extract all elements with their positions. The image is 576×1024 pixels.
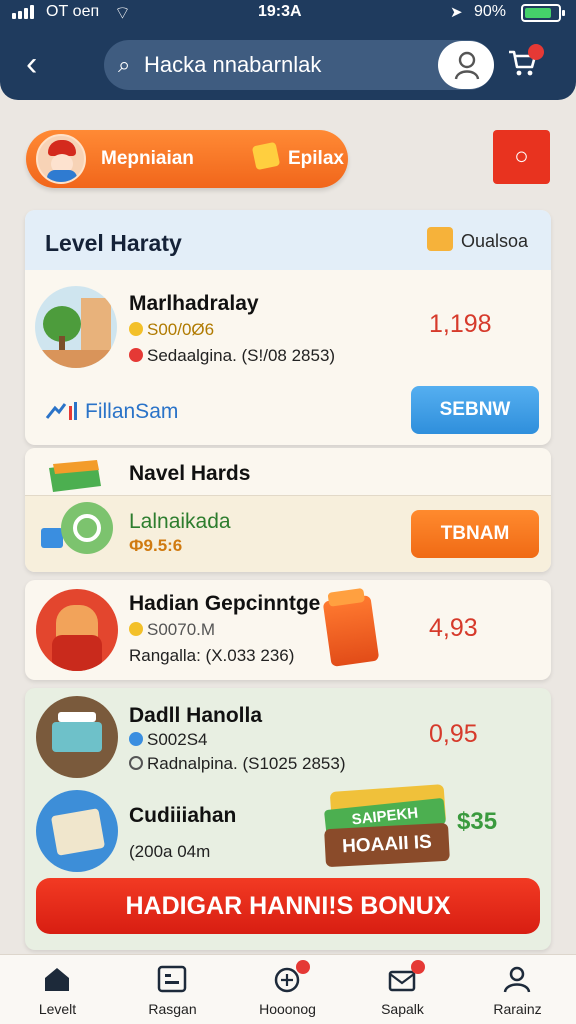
flag-icon <box>47 460 103 494</box>
battery-percent: 90% <box>474 3 507 20</box>
level-card: Level Haraty Oualsoa Marlhadralay S00/0Ø… <box>25 210 551 445</box>
nav-item-rasgan[interactable]: Rasgan <box>115 955 230 1024</box>
card2-action-button[interactable]: TBNAM <box>411 510 539 558</box>
top-app-bar: ОТ оеп ⌔ 19:3A ➤ 90% ‹ ⌕ <box>0 0 576 100</box>
navel-card-title: Navel Hards <box>129 462 251 485</box>
promo-label-secondary: Epilax <box>288 148 344 169</box>
level-card-badge[interactable]: Oualsoa <box>461 231 528 252</box>
item-name: Marlhadralay <box>129 292 259 315</box>
search-input[interactable] <box>144 49 434 81</box>
product-price-line: S0070.M <box>129 620 215 640</box>
navel-item-name: Lalnaikada <box>129 510 231 533</box>
product-sub-line: Rangalla: (X.033 236) <box>129 646 295 665</box>
status-bar: ОТ оеп ⌔ 19:3A ➤ 90% <box>0 0 576 26</box>
letter-thumbnail <box>36 790 118 872</box>
navel-card: Navel Hards Lalnaikada Ф9.5:6 TBNAM <box>25 448 551 572</box>
box-thumbnail <box>36 696 118 778</box>
level-card-title: Level Haraty <box>45 230 182 256</box>
status-time: 19:3A <box>258 3 302 20</box>
tag-icon <box>129 348 143 362</box>
product-name: Hadian Gepcinntge <box>129 592 321 615</box>
product-price: 4,93 <box>429 614 478 642</box>
nav-item-sapalk[interactable]: Sapalk <box>345 955 460 1024</box>
navel-item-price: Ф9.5:6 <box>129 536 183 555</box>
item1-price-line: S002S4 <box>129 730 208 750</box>
bear-thumbnail <box>36 589 118 671</box>
promo-sticker: SAIPEKH HOAAII IS <box>323 784 451 868</box>
search-icon: ⌕ <box>118 52 131 77</box>
nav-item-hooonog[interactable]: Hooonog <box>230 955 345 1024</box>
cart-badge <box>528 44 544 60</box>
navel-card-header: Navel Hards <box>25 448 551 496</box>
nav-label: Rarainz <box>493 1001 542 1017</box>
sticker-main-text: HOAAII IS <box>324 822 450 868</box>
search-bar[interactable]: ⌕ <box>104 40 494 90</box>
signal-icon <box>12 5 34 19</box>
item1-name: Dadll Hanolla <box>129 704 263 727</box>
profile-icon <box>502 965 532 993</box>
coin-icon <box>129 622 143 636</box>
promo-label: Mepniaian <box>101 148 194 169</box>
notification-dot <box>296 960 310 974</box>
board-icon <box>157 965 187 993</box>
wifi-icon: ⌔ <box>114 3 131 23</box>
chart-icon <box>45 398 81 422</box>
record-button[interactable]: ○ <box>493 130 550 184</box>
nav-item-level[interactable]: Levelt <box>0 955 115 1024</box>
sticker-amount: $35 <box>457 808 498 835</box>
nav-label: Rasgan <box>148 1001 197 1017</box>
nav-label: Sapalk <box>381 1001 424 1017</box>
profile-button[interactable] <box>438 41 494 89</box>
footer-label[interactable]: FillanSam <box>85 400 178 424</box>
phone-icon <box>61 502 113 554</box>
item1-price: 0,95 <box>429 720 478 748</box>
shopping-bag-icon <box>322 594 380 668</box>
nav-label: Hooonog <box>259 1001 316 1017</box>
wallet-icon <box>41 528 63 548</box>
item1-sub-line: Radnalpina. (S1025 2853) <box>129 754 345 774</box>
crown-icon <box>427 227 453 251</box>
coin-icon <box>251 141 281 171</box>
item-thumbnail <box>35 286 117 368</box>
item-price: 1,198 <box>429 310 492 338</box>
location-arrow-icon: ➤ <box>450 4 463 21</box>
product-card[interactable]: Hadian Gepcinntge S0070.M Rangalla: (X.0… <box>25 580 551 680</box>
bonus-button[interactable]: HADIGAR HANNI!S BONUX <box>36 878 540 934</box>
card1-action-button[interactable]: SEBNW <box>411 386 539 434</box>
cart-button[interactable] <box>506 44 546 86</box>
coin-icon <box>129 322 143 336</box>
nav-item-rarainz[interactable]: Rarainz <box>460 955 575 1024</box>
bottom-nav: Levelt Rasgan Hooonog Sapalk Rarainz <box>0 954 576 1024</box>
clock-icon <box>129 756 143 770</box>
gem-icon <box>129 732 143 746</box>
item2-sub-line: (200a 04m <box>129 842 211 861</box>
item-price-line: S00/0Ø6 <box>129 320 214 340</box>
item-sub-line: Sedaalgina. (S!/08 2853) <box>129 346 335 366</box>
notification-dot <box>411 960 425 974</box>
level-card-header: Level Haraty Oualsoa <box>25 210 551 270</box>
back-button[interactable]: ‹ <box>26 44 62 84</box>
promo-pill-button[interactable]: Mepniaian Epilax <box>26 130 348 188</box>
home-icon <box>42 965 72 993</box>
battery-icon <box>521 4 565 22</box>
chevron-left-icon: ‹ <box>26 45 38 83</box>
item2-name: Cudiiiahan <box>129 804 237 827</box>
carrier-label: ОТ оеп <box>46 3 100 20</box>
character-avatar <box>36 134 86 184</box>
circle-icon: ○ <box>514 143 529 170</box>
bonus-card: Dadll Hanolla S002S4 Radnalpina. (S1025 … <box>25 688 551 950</box>
user-icon <box>454 50 480 80</box>
nav-label: Levelt <box>38 1001 77 1017</box>
